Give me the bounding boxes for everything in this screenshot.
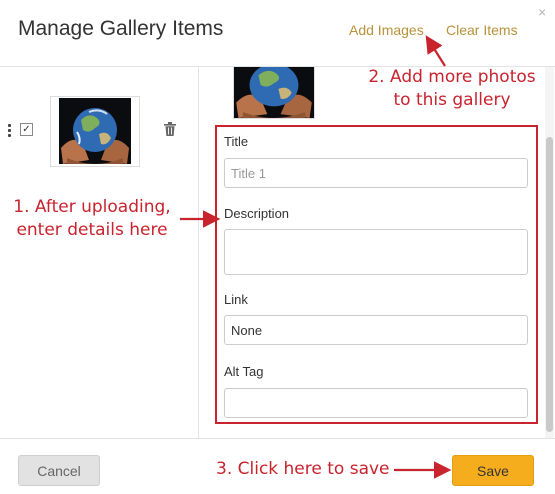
save-button[interactable]: Save <box>452 455 534 486</box>
manage-gallery-modal: Manage Gallery Items Add Images Clear It… <box>0 0 555 493</box>
annotation-step1-line2: enter details here <box>16 220 168 240</box>
add-images-link[interactable]: Add Images <box>349 22 424 38</box>
selected-item-preview <box>233 67 315 119</box>
annotation-step2-line1: 2. Add more photos <box>368 67 536 87</box>
annotation-step3: 3. Click here to save <box>216 459 390 479</box>
modal-title: Manage Gallery Items <box>18 17 224 40</box>
details-scrollbar[interactable] <box>545 67 554 438</box>
earth-in-hands-image <box>234 67 314 118</box>
item-thumbnail[interactable] <box>50 96 140 167</box>
annotation-step1: 1. After uploading, enter details here <box>6 196 178 242</box>
alt-tag-label: Alt Tag <box>224 364 264 379</box>
close-icon[interactable]: × <box>538 4 546 20</box>
title-input[interactable] <box>224 158 528 188</box>
annotation-step2-line2: to this gallery <box>393 90 511 110</box>
scrollbar-thumb[interactable] <box>546 137 553 432</box>
trash-icon[interactable] <box>164 122 176 141</box>
drag-handle-icon[interactable] <box>8 124 11 139</box>
alt-tag-input[interactable] <box>224 388 528 418</box>
description-label: Description <box>224 206 290 221</box>
clear-items-link[interactable]: Clear Items <box>446 22 518 38</box>
link-label: Link <box>224 292 248 307</box>
annotation-step2: 2. Add more photos to this gallery <box>352 66 552 112</box>
gallery-items-list: ✓ <box>0 67 199 438</box>
link-input[interactable] <box>224 315 528 345</box>
description-input[interactable] <box>224 229 528 275</box>
earth-in-hands-image <box>59 98 131 164</box>
annotation-step1-line1: 1. After uploading, <box>13 197 171 217</box>
modal-header: Manage Gallery Items Add Images Clear It… <box>0 0 555 67</box>
item-checkbox[interactable]: ✓ <box>20 123 33 136</box>
title-label: Title <box>224 134 249 149</box>
cancel-button[interactable]: Cancel <box>18 455 100 486</box>
